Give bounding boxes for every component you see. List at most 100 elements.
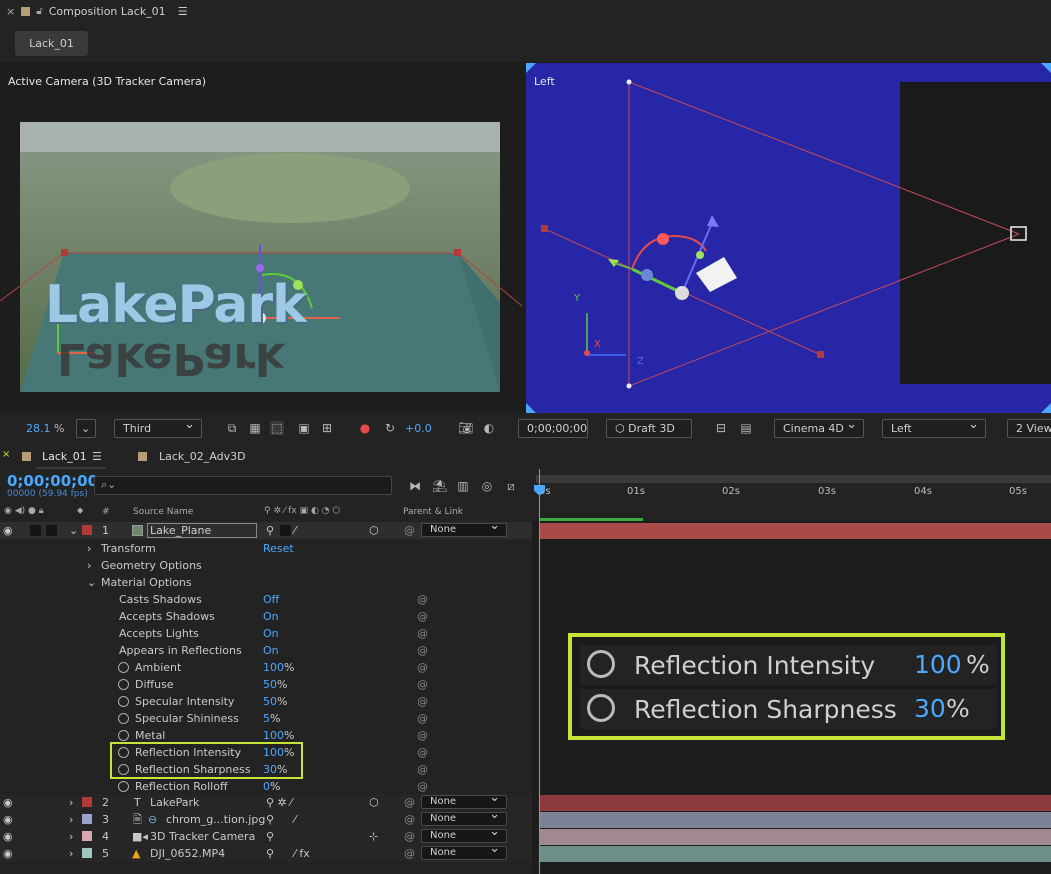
- 3d-view-icon[interactable]: ▤: [739, 421, 753, 435]
- property-value[interactable]: Off: [263, 591, 279, 608]
- reset-exposure-icon[interactable]: ↻: [383, 421, 397, 435]
- motion-blur-icon[interactable]: ◎: [480, 479, 494, 493]
- zoom-value[interactable]: 28.1: [26, 422, 51, 435]
- property-row[interactable]: Specular Intensity 50% @: [0, 693, 532, 710]
- exposure-value[interactable]: +0.0: [405, 422, 432, 435]
- parent-dropdown[interactable]: None: [421, 843, 507, 860]
- viewer-timecode[interactable]: 0;00;00;00: [518, 419, 588, 438]
- layer-name-input[interactable]: Lake_Plane: [147, 523, 257, 538]
- chevron-right-icon[interactable]: ›: [87, 557, 91, 574]
- frame-blending-icon[interactable]: ▥: [456, 479, 470, 493]
- guides-icon[interactable]: ⊞: [320, 421, 334, 435]
- stopwatch-icon[interactable]: [118, 713, 129, 724]
- graph-editor-icon[interactable]: ⧄: [504, 479, 518, 493]
- active-camera-viewer[interactable]: Active Camera (3D Tracker Camera) LakePa…: [0, 63, 522, 413]
- pickwhip-icon[interactable]: @: [417, 591, 428, 608]
- pickwhip-icon[interactable]: @: [404, 522, 415, 539]
- 3d-layer-switch-icon[interactable]: ⬡: [369, 794, 379, 811]
- current-time-indicator[interactable]: [539, 469, 540, 874]
- layer-row[interactable]: ◉ › 3 🗎︎ ⊖ chrom_g...tion.jpg ⚲ ⁄ @ None: [0, 809, 532, 828]
- label-color[interactable]: [82, 797, 92, 807]
- pickwhip-icon[interactable]: @: [404, 845, 415, 862]
- pickwhip-icon[interactable]: @: [404, 794, 415, 811]
- pickwhip-icon[interactable]: @: [417, 710, 428, 727]
- layer-row[interactable]: ◉ › 2 T LakePark ⚲ ✲ ⁄ ⬡ @ None: [0, 792, 532, 811]
- view-dropdown[interactable]: Left ⌄: [882, 417, 986, 438]
- eye-icon[interactable]: ◉: [3, 522, 13, 539]
- time-ruler[interactable]: 0s 01s 02s 03s 04s 05s: [532, 469, 1051, 521]
- pickwhip-icon[interactable]: @: [417, 608, 428, 625]
- pickwhip-icon[interactable]: @: [417, 727, 428, 744]
- chevron-right-icon[interactable]: ›: [69, 828, 73, 845]
- stopwatch-icon[interactable]: [118, 696, 129, 707]
- transform-reset[interactable]: Reset: [263, 540, 294, 557]
- show-snapshot-icon[interactable]: ◐: [482, 421, 496, 435]
- zoom-dropdown[interactable]: ⌄: [76, 419, 96, 438]
- tab-lack-01[interactable]: Lack_01: [42, 450, 87, 463]
- eye-icon[interactable]: ◉: [3, 828, 13, 845]
- panel-menu-icon[interactable]: ☰: [92, 450, 102, 463]
- chevron-right-icon[interactable]: ›: [69, 794, 73, 811]
- close-icon[interactable]: ×: [6, 5, 15, 18]
- property-row[interactable]: Appears in Reflections On @: [0, 642, 532, 659]
- property-value[interactable]: On: [263, 625, 279, 642]
- layer-bar[interactable]: [540, 795, 1051, 811]
- parent-link-header[interactable]: Parent & Link: [403, 507, 463, 517]
- transparency-grid-icon[interactable]: ▦: [248, 421, 262, 435]
- property-value[interactable]: 50: [263, 693, 277, 710]
- draft-3d-button[interactable]: ⬡ Draft 3D: [606, 419, 692, 438]
- layer-name[interactable]: 3D Tracker Camera: [150, 828, 255, 845]
- pickwhip-icon[interactable]: @: [417, 642, 428, 659]
- pickwhip-icon[interactable]: @: [404, 828, 415, 845]
- 3d-ground-plane-icon[interactable]: ⬚: [270, 421, 284, 435]
- extended-viewer-icon[interactable]: ⊟: [714, 421, 728, 435]
- layer-row[interactable]: ◉ › 4 ■◂ 3D Tracker Camera ⚲ ⊹ @ None: [0, 826, 532, 845]
- property-row[interactable]: Casts Shadows Off @: [0, 591, 532, 608]
- property-group-geometry[interactable]: › Geometry Options: [0, 557, 532, 574]
- timeline-timecode[interactable]: 0;00;00;00: [7, 472, 98, 490]
- eye-icon[interactable]: ◉: [3, 811, 13, 828]
- 3d-layer-switch-icon[interactable]: ⬡: [369, 522, 379, 539]
- layer-name[interactable]: LakePark: [150, 794, 199, 811]
- chevron-right-icon[interactable]: ›: [69, 811, 73, 828]
- shy-switch-icon[interactable]: ⚲ ✲ ⁄: [266, 794, 292, 811]
- shy-switch-icon[interactable]: ⚲: [266, 811, 274, 828]
- view-layout-dropdown[interactable]: 2 Views: [1007, 419, 1051, 438]
- layer-bar[interactable]: [540, 523, 1051, 539]
- property-group-transform[interactable]: › Transform Reset: [0, 540, 532, 557]
- fx-switch-icon[interactable]: ⁄ fx: [294, 845, 310, 862]
- layer-bar[interactable]: [540, 812, 1051, 828]
- layer-name[interactable]: chrom_g...tion.jpg: [166, 811, 265, 828]
- eye-icon[interactable]: ◉: [3, 845, 13, 862]
- renderer-dropdown[interactable]: Cinema 4D ⌄: [774, 417, 864, 438]
- comp-mini-flowchart-icon[interactable]: ⧓: [408, 479, 422, 493]
- pickwhip-icon[interactable]: @: [417, 778, 428, 795]
- source-name-header[interactable]: Source Name: [133, 507, 193, 517]
- property-value[interactable]: 50: [263, 676, 277, 693]
- lock-icon[interactable]: 🔓︎: [36, 6, 42, 17]
- layer-row[interactable]: ◉ ⌄ 1 Lake_Plane ⚲ ⁄ ⬡ @ None: [0, 520, 532, 539]
- layer-search-input[interactable]: ⌕⌄: [94, 476, 392, 495]
- chevron-right-icon[interactable]: ›: [87, 540, 91, 557]
- tab-lack-02-adv3d[interactable]: Lack_02_Adv3D: [159, 450, 246, 463]
- property-group-material[interactable]: ⌄ Material Options: [0, 574, 532, 591]
- safe-margins-icon[interactable]: ▣: [297, 421, 311, 435]
- work-area-bar[interactable]: [536, 475, 1051, 483]
- property-row[interactable]: Specular Shininess 5% @: [0, 710, 532, 727]
- 3d-text-lakepark[interactable]: LakePark: [45, 275, 307, 335]
- pickwhip-icon[interactable]: @: [417, 659, 428, 676]
- chevron-down-icon[interactable]: ⌄: [69, 522, 78, 539]
- pickwhip-icon[interactable]: @: [417, 693, 428, 710]
- property-row[interactable]: Accepts Shadows On @: [0, 608, 532, 625]
- quality-switch-icon[interactable]: ⁄: [294, 522, 296, 539]
- stopwatch-icon[interactable]: [118, 730, 129, 741]
- shy-switch-icon[interactable]: ⚲: [266, 828, 274, 845]
- quality-switch-icon[interactable]: ⁄: [294, 811, 296, 828]
- panel-menu-icon[interactable]: ☰: [178, 5, 188, 18]
- stopwatch-icon[interactable]: [118, 662, 129, 673]
- label-color[interactable]: [82, 814, 92, 824]
- shy-switch-icon[interactable]: ⚲: [266, 522, 274, 539]
- pickwhip-icon[interactable]: @: [417, 761, 428, 778]
- stopwatch-icon[interactable]: [118, 679, 129, 690]
- resolution-dropdown[interactable]: Third ⌄: [114, 417, 202, 438]
